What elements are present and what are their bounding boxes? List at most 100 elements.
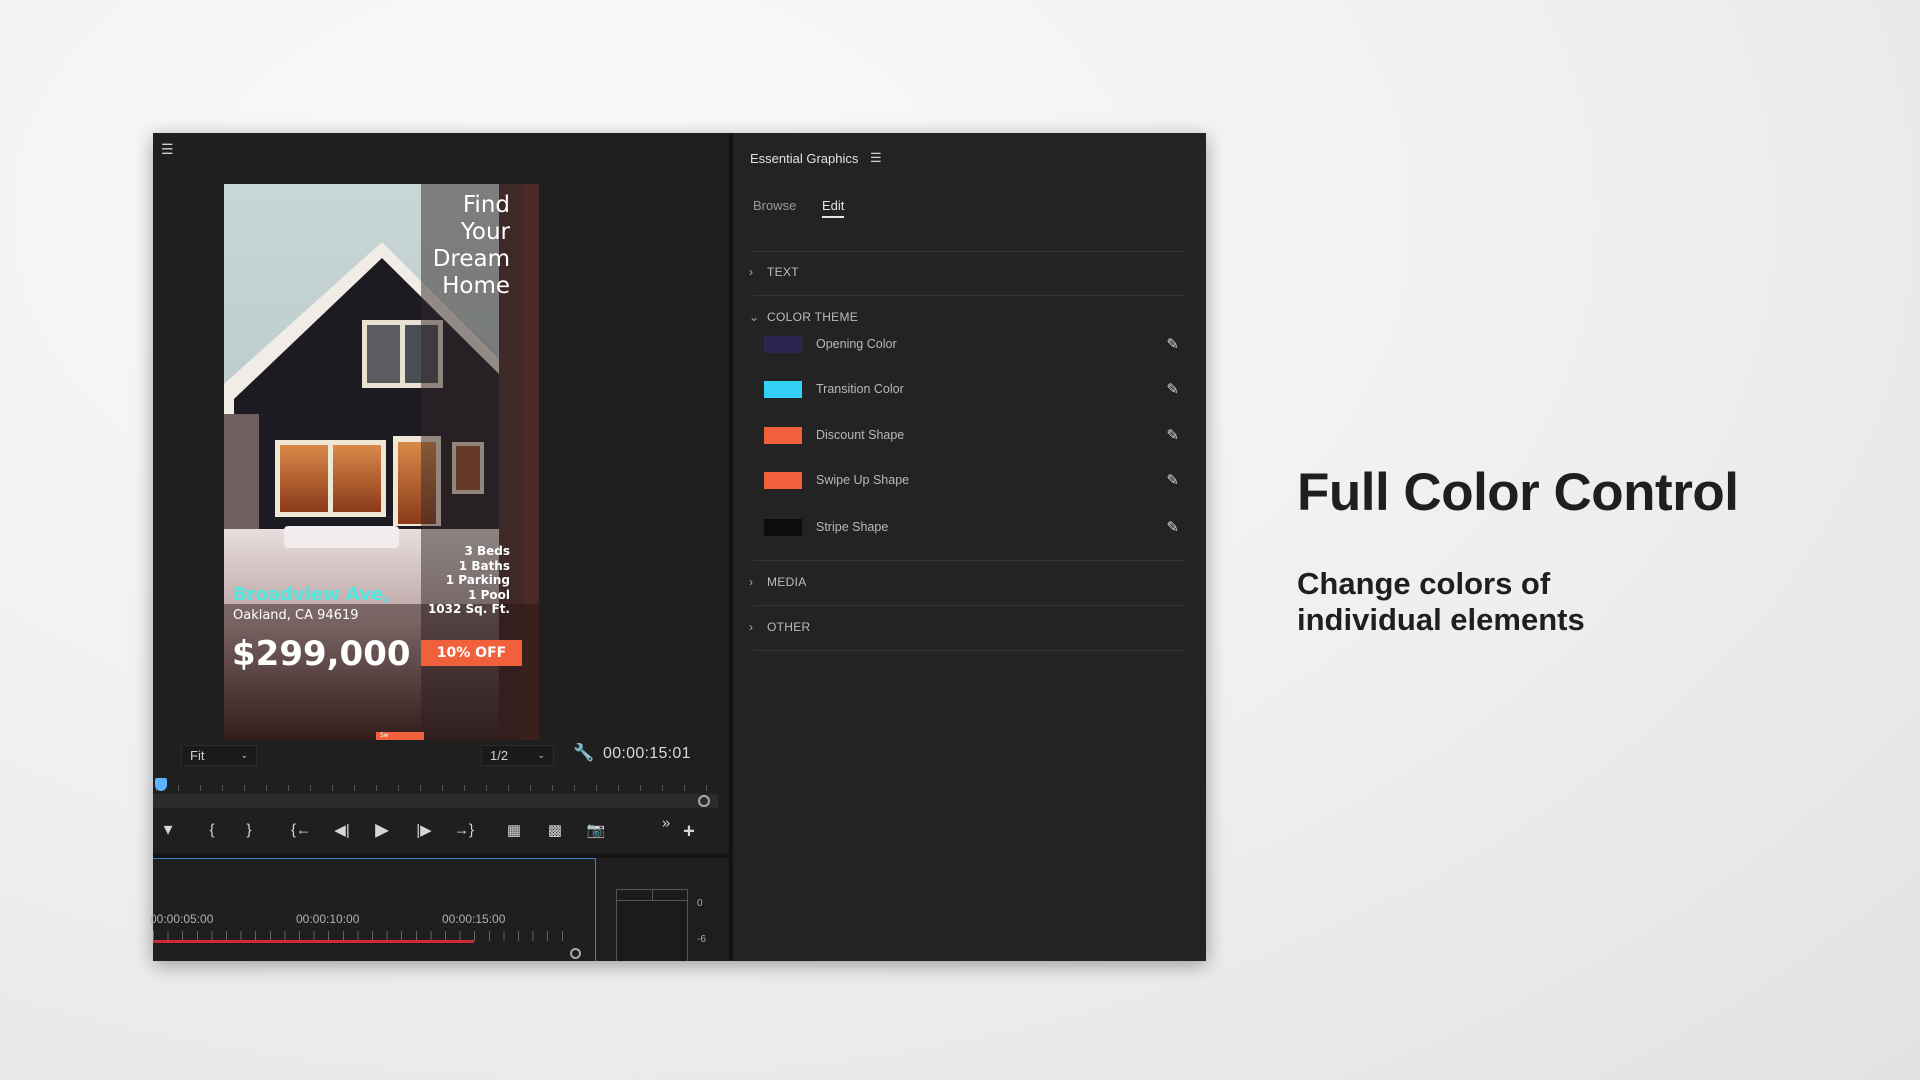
chevron-right-icon: › [749, 575, 754, 589]
property-stats: 3 Beds 1 Baths 1 Parking 1 Pool 1032 Sq.… [428, 544, 510, 617]
city-address: Oakland, CA 94619 [233, 608, 359, 623]
stat-line: 1 Parking [445, 573, 510, 588]
color-swatch[interactable] [764, 426, 802, 444]
time-ruler[interactable] [153, 777, 723, 793]
color-row-transition: Transition Color ✎ [764, 378, 1179, 400]
color-row-stripe: Stripe Shape ✎ [764, 516, 1179, 538]
chevron-down-icon: ⌄ [537, 750, 545, 760]
stat-line: 3 Beds [464, 544, 510, 558]
essential-graphics-panel: Essential Graphics ☰ Browse Edit › TEXT ⌄… [733, 133, 1206, 961]
button-editor-plus-icon[interactable]: + [678, 821, 700, 844]
divider [753, 605, 1185, 606]
mark-in-icon[interactable]: { [201, 822, 223, 839]
color-row-opening: Opening Color ✎ [764, 333, 1179, 355]
stat-line: 1032 Sq. Ft. [427, 602, 510, 617]
play-icon[interactable]: ▶ [371, 820, 393, 841]
color-label: Swipe Up Shape [816, 473, 910, 487]
headline-line: Dream [432, 246, 510, 272]
more-controls-icon[interactable]: » [655, 815, 677, 832]
section-label: OTHER [767, 620, 811, 634]
timeline-timecode: 00:00:10:00 [296, 912, 360, 926]
overwrite-icon[interactable]: ▩ [544, 821, 566, 839]
divider [753, 251, 1185, 252]
color-label: Transition Color [816, 382, 904, 396]
insert-icon[interactable]: ▦ [503, 821, 525, 839]
section-media-header[interactable]: › MEDIA [749, 575, 807, 589]
section-label: TEXT [767, 265, 799, 279]
eyedropper-icon[interactable]: ✎ [1166, 518, 1179, 536]
timeline-panel[interactable]: 00:00:05:00 00:00:10:00 00:00:15:00 [150, 858, 596, 961]
section-color-theme-header[interactable]: ⌄ COLOR THEME [749, 310, 858, 324]
wrench-settings-icon[interactable]: 🔧 [573, 743, 594, 763]
street-address: Broadview Ave, [233, 584, 391, 605]
premiere-window: ☰ Find Your Dream Home 3 Beds 1 Baths 1 … [150, 133, 1206, 961]
add-marker-icon[interactable]: ▼ [157, 822, 179, 839]
color-swatch[interactable] [764, 380, 802, 398]
panel-menu-icon[interactable]: ☰ [870, 150, 882, 166]
swipe-up-tab: Sw [376, 732, 424, 740]
go-to-in-icon[interactable]: {← [290, 822, 312, 839]
chevron-down-icon: ⌄ [240, 750, 248, 760]
go-to-out-icon[interactable]: →} [453, 822, 475, 839]
divider [753, 560, 1185, 561]
color-row-swipe-up: Swipe Up Shape ✎ [764, 469, 1179, 491]
chevron-right-icon: › [749, 265, 754, 279]
price: $299,000 [232, 634, 411, 674]
divider [753, 650, 1185, 651]
color-swatch[interactable] [764, 335, 802, 353]
section-label: MEDIA [767, 575, 807, 589]
headline-line: Find [462, 192, 510, 218]
timeline-timecode: 00:00:05:00 [150, 912, 214, 926]
divider [753, 295, 1185, 296]
timeline-scroll-handle[interactable] [570, 948, 581, 959]
chevron-down-icon: ⌄ [749, 310, 760, 324]
tab-browse[interactable]: Browse [753, 198, 796, 213]
scroll-handle[interactable] [698, 795, 710, 807]
work-area-bar[interactable] [153, 940, 474, 943]
audio-meter [616, 889, 688, 961]
playhead-handle[interactable] [155, 778, 167, 791]
panel-title: Essential Graphics [750, 151, 859, 166]
resolution-value: 1/2 [490, 748, 509, 763]
zoom-level-value: Fit [190, 748, 205, 763]
meter-label: -6 [697, 934, 706, 945]
zoom-level-dropdown[interactable]: Fit ⌄ [181, 745, 257, 766]
subtitle-line: individual elements [1297, 602, 1585, 637]
section-label: COLOR THEME [767, 310, 859, 324]
subtitle-line: Change colors of [1297, 566, 1551, 601]
stat-line: 1 Pool [468, 587, 510, 602]
program-monitor: ☰ Find Your Dream Home 3 Beds 1 Baths 1 … [153, 133, 729, 853]
section-other-header[interactable]: › OTHER [749, 620, 811, 634]
discount-badge: 10% OFF [421, 640, 522, 666]
timeline-timecode: 00:00:15:00 [442, 912, 506, 926]
eyedropper-icon[interactable]: ✎ [1166, 426, 1179, 444]
color-swatch[interactable] [764, 471, 802, 489]
eyedropper-icon[interactable]: ✎ [1166, 471, 1179, 489]
video-headline: Find Your Dream Home [433, 192, 510, 300]
resolution-dropdown[interactable]: 1/2 ⌄ [481, 745, 554, 766]
headline-line: Your [460, 219, 510, 245]
headline-line: Home [442, 273, 510, 299]
color-label: Opening Color [816, 337, 897, 351]
video-preview: Find Your Dream Home 3 Beds 1 Baths 1 Pa… [224, 184, 539, 740]
export-frame-camera-icon[interactable]: 📷 [585, 821, 607, 839]
section-text-header[interactable]: › TEXT [749, 265, 799, 279]
color-row-discount: Discount Shape ✎ [764, 424, 1179, 446]
color-swatch[interactable] [764, 518, 802, 536]
step-forward-icon[interactable]: |▶ [413, 821, 435, 839]
color-label: Stripe Shape [816, 520, 889, 534]
meter-label: 0 [697, 898, 703, 909]
eyedropper-icon[interactable]: ✎ [1166, 335, 1179, 353]
promo-title: Full Color Control [1297, 463, 1739, 522]
zoom-scroll-bar[interactable] [153, 794, 718, 808]
color-label: Discount Shape [816, 428, 905, 442]
stat-line: 1 Baths [458, 558, 510, 573]
tab-edit[interactable]: Edit [822, 198, 845, 218]
playhead-timecode[interactable]: 00:00:15:01 [603, 745, 691, 763]
step-back-icon[interactable]: ◀| [331, 821, 353, 839]
mark-out-icon[interactable]: } [238, 822, 260, 839]
promo-subtitle: Change colors of individual elements [1297, 566, 1585, 638]
eyedropper-icon[interactable]: ✎ [1166, 380, 1179, 398]
panel-menu-icon[interactable]: ☰ [161, 141, 174, 158]
chevron-right-icon: › [749, 620, 754, 634]
